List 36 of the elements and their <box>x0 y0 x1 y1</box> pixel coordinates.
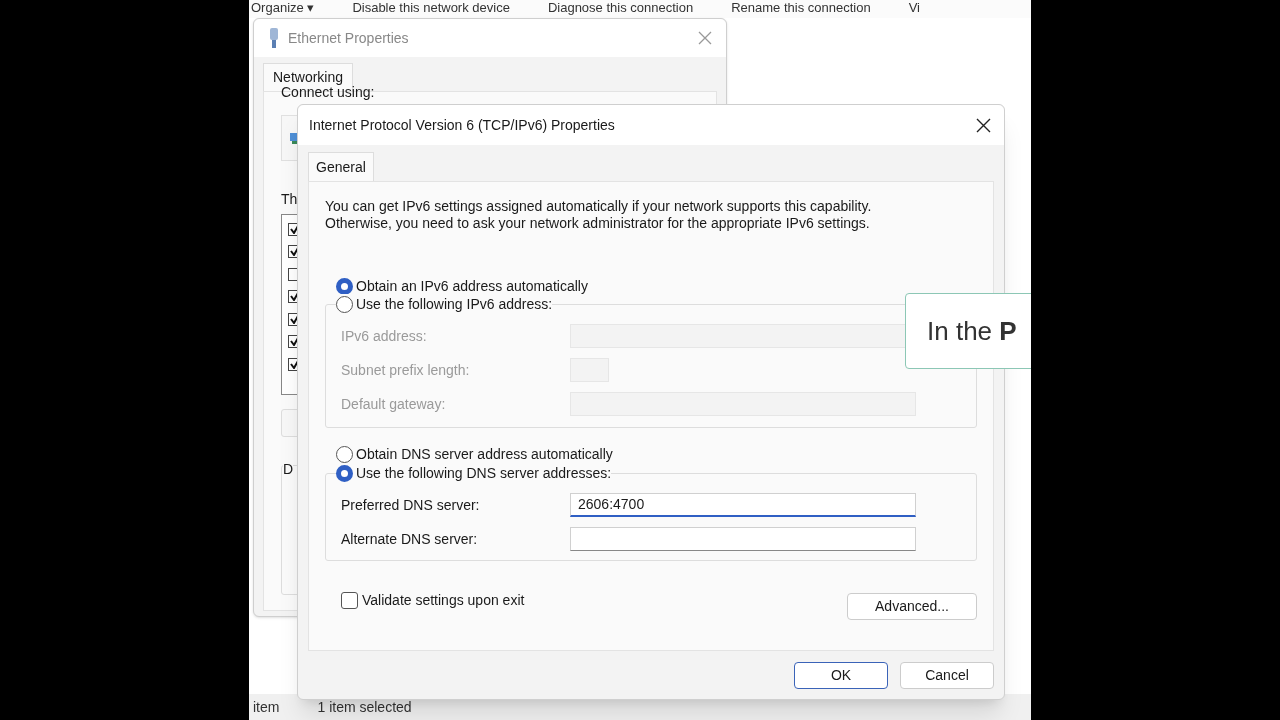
close-icon[interactable] <box>976 117 991 133</box>
radio-button[interactable] <box>336 464 353 482</box>
field-label: Default gateway: <box>341 394 447 414</box>
radio-button[interactable] <box>336 295 353 313</box>
field-label: Subnet prefix length: <box>341 360 471 380</box>
window-title: Ethernet Properties <box>288 28 409 48</box>
ethernet-plug-icon <box>268 28 280 48</box>
advanced-button[interactable]: Advanced... <box>847 593 977 620</box>
input-field[interactable]: 2606:4700 <box>570 493 916 517</box>
radio-label: Use the following DNS server addresses: <box>356 463 612 483</box>
items-label: Th <box>281 190 298 209</box>
field-label: Preferred DNS server: <box>341 495 481 515</box>
input-field[interactable] <box>570 527 916 551</box>
checkbox-label: Validate settings upon exit <box>362 591 525 610</box>
tab[interactable]: General <box>308 152 374 181</box>
field-label: IPv6 address: <box>341 326 428 346</box>
radio-label: Use the following IPv6 address: <box>356 294 553 314</box>
radio-button[interactable] <box>336 445 353 463</box>
radio-label: Obtain an IPv6 address automatically <box>356 276 588 296</box>
toolbar-item[interactable]: Diagnose this connection <box>547 0 694 18</box>
dialog-button[interactable]: Cancel <box>900 662 994 689</box>
radio-button[interactable] <box>336 277 353 295</box>
radio-label: Obtain DNS server address automatically <box>356 444 613 464</box>
field-label: Alternate DNS server: <box>341 529 479 549</box>
status-text: item <box>253 697 280 717</box>
toolbar-item[interactable]: Disable this network device <box>352 0 510 18</box>
intro-text: You can get IPv6 settings assigned automatically if your network supports this capability. Otherwise, you need to ask your network administrator for the appropriate IPv6 settings. <box>325 198 873 232</box>
tooltip-text: In the P <box>927 314 1017 348</box>
toolbar-item[interactable]: Organize ▾ <box>251 0 315 18</box>
dialog-title: Internet Protocol Version 6 (TCP/IPv6) Properties <box>309 115 615 135</box>
toolbar-item[interactable]: Rename this connection <box>731 0 871 18</box>
checkbox[interactable] <box>341 592 358 609</box>
status-text: 1 item selected <box>317 697 412 717</box>
dialog-button[interactable]: OK <box>794 662 888 689</box>
toolbar-item[interactable]: Vi <box>908 0 920 18</box>
group-label: D <box>283 461 294 477</box>
